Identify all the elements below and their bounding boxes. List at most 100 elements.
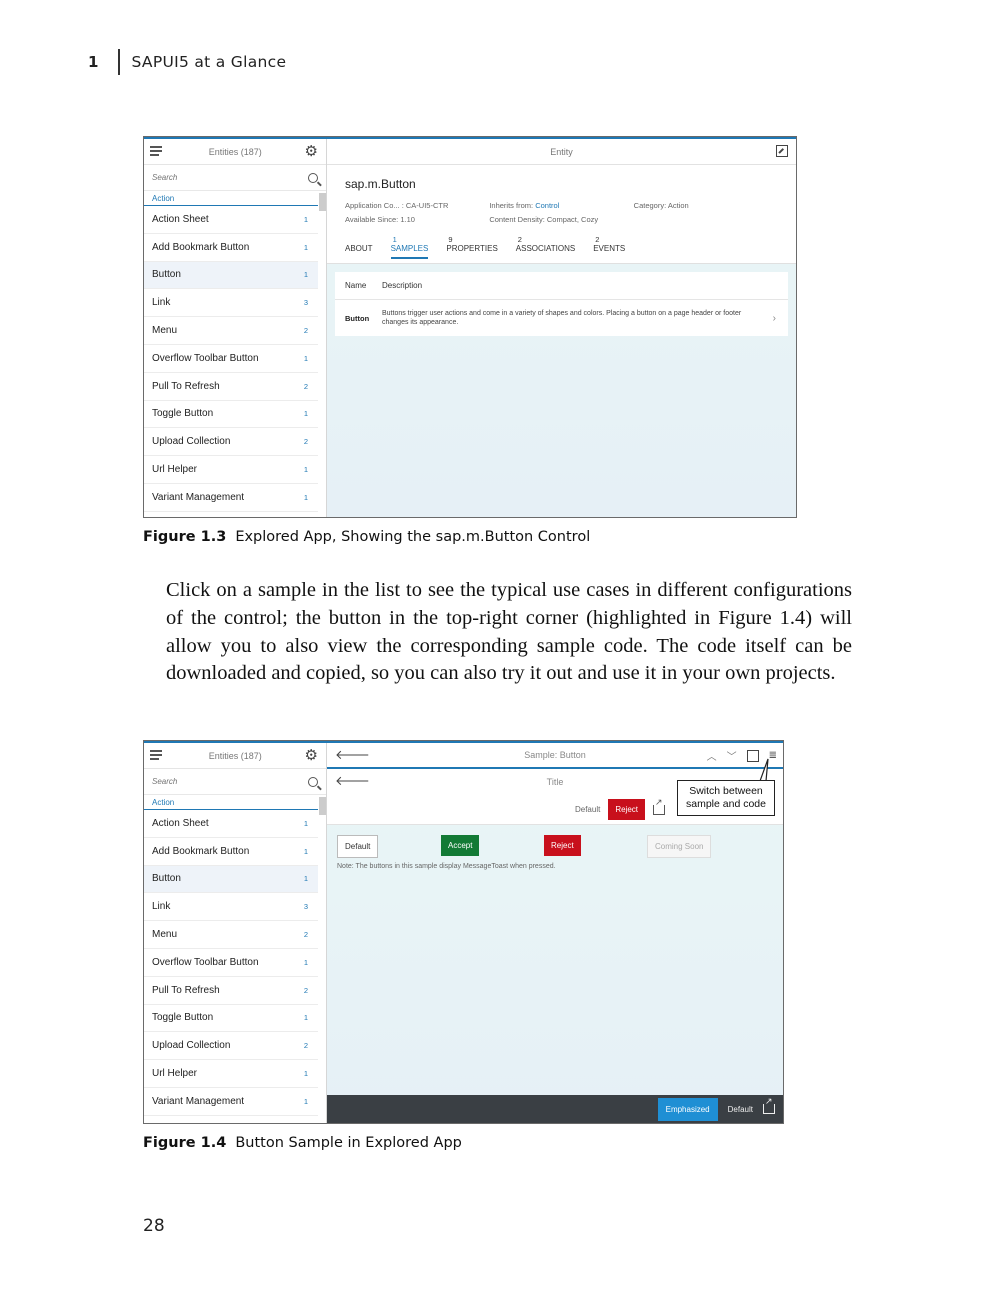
caption-text: Explored App, Showing the sap.m.Button C… (235, 529, 591, 545)
list-item[interactable]: Add Bookmark Button 1 (144, 234, 318, 262)
button-row: Default Accept Reject Coming Soon (327, 825, 783, 859)
divider (118, 49, 120, 75)
category: Category: Action (633, 201, 689, 210)
chevron-right-icon: › (772, 312, 776, 324)
list-item[interactable]: Link 3 (144, 893, 318, 922)
tab-about[interactable]: ABOUT (345, 235, 373, 259)
list-menu-icon[interactable] (150, 749, 166, 763)
search-input[interactable] (152, 173, 308, 182)
sample-note: Note: The buttons in this sample display… (337, 863, 556, 870)
row-description: Buttons trigger user actions and come in… (382, 310, 742, 326)
list-item[interactable]: Add Bookmark Button 1 (144, 838, 318, 866)
tab-properties[interactable]: 9 PROPERTIES (446, 235, 497, 259)
sample-title: Sample: Button (524, 750, 586, 760)
footer-toolbar: Emphasized Default (327, 1095, 783, 1123)
inherits-link[interactable]: Control (535, 201, 559, 210)
page-title: Title (546, 777, 564, 787)
detail-title: Entity (550, 146, 573, 157)
list-item-selected[interactable]: Button 1 (144, 865, 318, 894)
back-arrow-icon[interactable]: 🡐 (335, 773, 370, 789)
entity-list: Action Sheet 1 Add Bookmark Button 1 Butto… (144, 206, 326, 512)
list-item[interactable]: Variant Management 1 (144, 1088, 318, 1116)
toolbar-default-button[interactable]: Default (575, 805, 600, 814)
chapter-title: SAPUI5 at a Glance (131, 53, 287, 71)
column-description: Description (382, 281, 423, 290)
sidebar: Entities (187) ⚙ Action Action Sheet1 Ad… (144, 743, 327, 1123)
share-icon[interactable] (653, 797, 666, 815)
list-item[interactable]: Upload Collection 2 (144, 428, 318, 457)
figure-1-4-caption: Figure 1.4 Button Sample in Explored App (143, 1135, 462, 1151)
footer-default-button[interactable]: Default (728, 1105, 753, 1114)
search-input[interactable] (152, 777, 308, 786)
content-density: Content Density: Compact, Cozy (489, 215, 599, 224)
coming-soon-button: Coming Soon (647, 835, 712, 858)
search-icon[interactable] (308, 776, 318, 787)
sidebar-header: Entities (187) ⚙ (144, 139, 326, 165)
list-item[interactable]: Pull To Refresh 2 (144, 977, 318, 1005)
list-item[interactable]: Url Helper 1 (144, 1060, 318, 1088)
available-since: Available Since: 1.10 (345, 215, 415, 224)
list-item[interactable]: Pull To Refresh 2 (144, 373, 318, 401)
figure-1-4-screenshot: Entities (187) ⚙ Action Action Sheet1 Ad… (143, 740, 784, 1124)
table-header: Name Description (335, 272, 788, 300)
list-item[interactable]: Action Sheet 1 (144, 206, 318, 234)
entities-count: Entities (187) (208, 750, 262, 761)
list-item[interactable]: Url Helper 1 (144, 456, 318, 484)
toolbar-reject-button[interactable]: Reject (608, 799, 646, 820)
tab-samples[interactable]: 1 SAMPLES (390, 235, 429, 259)
scrollbar[interactable] (319, 797, 326, 815)
sidebar-header: Entities (187) ⚙ (144, 743, 326, 769)
tab-associations[interactable]: 2 ASSOCIATIONS (516, 235, 575, 259)
share-icon[interactable] (763, 1096, 775, 1114)
list-item[interactable]: Link 3 (144, 289, 318, 318)
object-header: sap.m.Button Application Co... : CA-UI5-… (327, 165, 796, 264)
reject-button[interactable]: Reject (544, 835, 581, 856)
callout-line-1: Switch between (689, 785, 763, 797)
list-item[interactable]: Toggle Button 1 (144, 1005, 318, 1033)
caption-label: Figure 1.4 (143, 1135, 227, 1151)
gear-icon[interactable]: ⚙ (305, 144, 318, 159)
fullscreen-icon[interactable] (776, 145, 788, 157)
app-component: Application Co... : CA-UI5-CTR (345, 201, 449, 210)
group-header: Action (144, 795, 318, 810)
gear-icon[interactable]: ⚙ (305, 748, 318, 763)
body-paragraph: Click on a sample in the list to see the… (166, 579, 852, 685)
callout-box: Switch between sample and code (677, 780, 775, 816)
list-item[interactable]: Variant Management 1 (144, 484, 318, 512)
object-attributes: Application Co... : CA-UI5-CTR Available… (345, 199, 778, 227)
search-icon[interactable] (308, 172, 318, 183)
caption-label: Figure 1.3 (143, 529, 227, 545)
search-bar (144, 769, 326, 795)
inherits-label: Inherits from: (489, 201, 534, 210)
list-item-selected[interactable]: Button 1 (144, 261, 318, 290)
chapter-number: 1 (88, 53, 99, 71)
column-name: Name (345, 281, 367, 290)
tab-events[interactable]: 2 EVENTS (593, 235, 625, 259)
callout-line-2: sample and code (686, 798, 766, 810)
row-name: Button (345, 313, 370, 323)
caption-text: Button Sample in Explored App (235, 1135, 462, 1151)
table-row[interactable]: Button Buttons trigger user actions and … (335, 300, 788, 336)
entities-count: Entities (187) (208, 146, 262, 157)
list-item[interactable]: Menu 2 (144, 921, 318, 949)
object-title: sap.m.Button (345, 177, 416, 191)
default-button[interactable]: Default (337, 835, 379, 858)
back-arrow-icon[interactable]: 🡐 (335, 747, 370, 763)
figure-1-3-screenshot: Entities (187) ⚙ Action Action Sheet1 Ad… (143, 136, 797, 518)
figure-1-3-caption: Figure 1.3 Explored App, Showing the sap.… (143, 529, 590, 545)
page-number: 28 (143, 1216, 165, 1236)
list-item[interactable]: Menu 2 (144, 317, 318, 345)
scrollbar[interactable] (319, 193, 326, 211)
emphasized-button[interactable]: Emphasized (657, 1097, 718, 1121)
list-item[interactable]: Action Sheet 1 (144, 810, 318, 838)
list-menu-icon[interactable] (150, 145, 166, 159)
list-item[interactable]: Overflow Toolbar Button 1 (144, 949, 318, 977)
detail-pane: Entity sap.m.Button Application Co... : … (327, 139, 796, 517)
list-item[interactable]: Upload Collection 2 (144, 1032, 318, 1061)
running-head: 1 SAPUI5 at a Glance (88, 49, 287, 75)
samples-table: Name Description Button Buttons trigger … (335, 272, 788, 336)
accept-button[interactable]: Accept (441, 835, 480, 856)
list-item[interactable]: Toggle Button 1 (144, 401, 318, 429)
list-item[interactable]: Overflow Toolbar Button 1 (144, 345, 318, 373)
detail-header: Entity (327, 139, 796, 165)
